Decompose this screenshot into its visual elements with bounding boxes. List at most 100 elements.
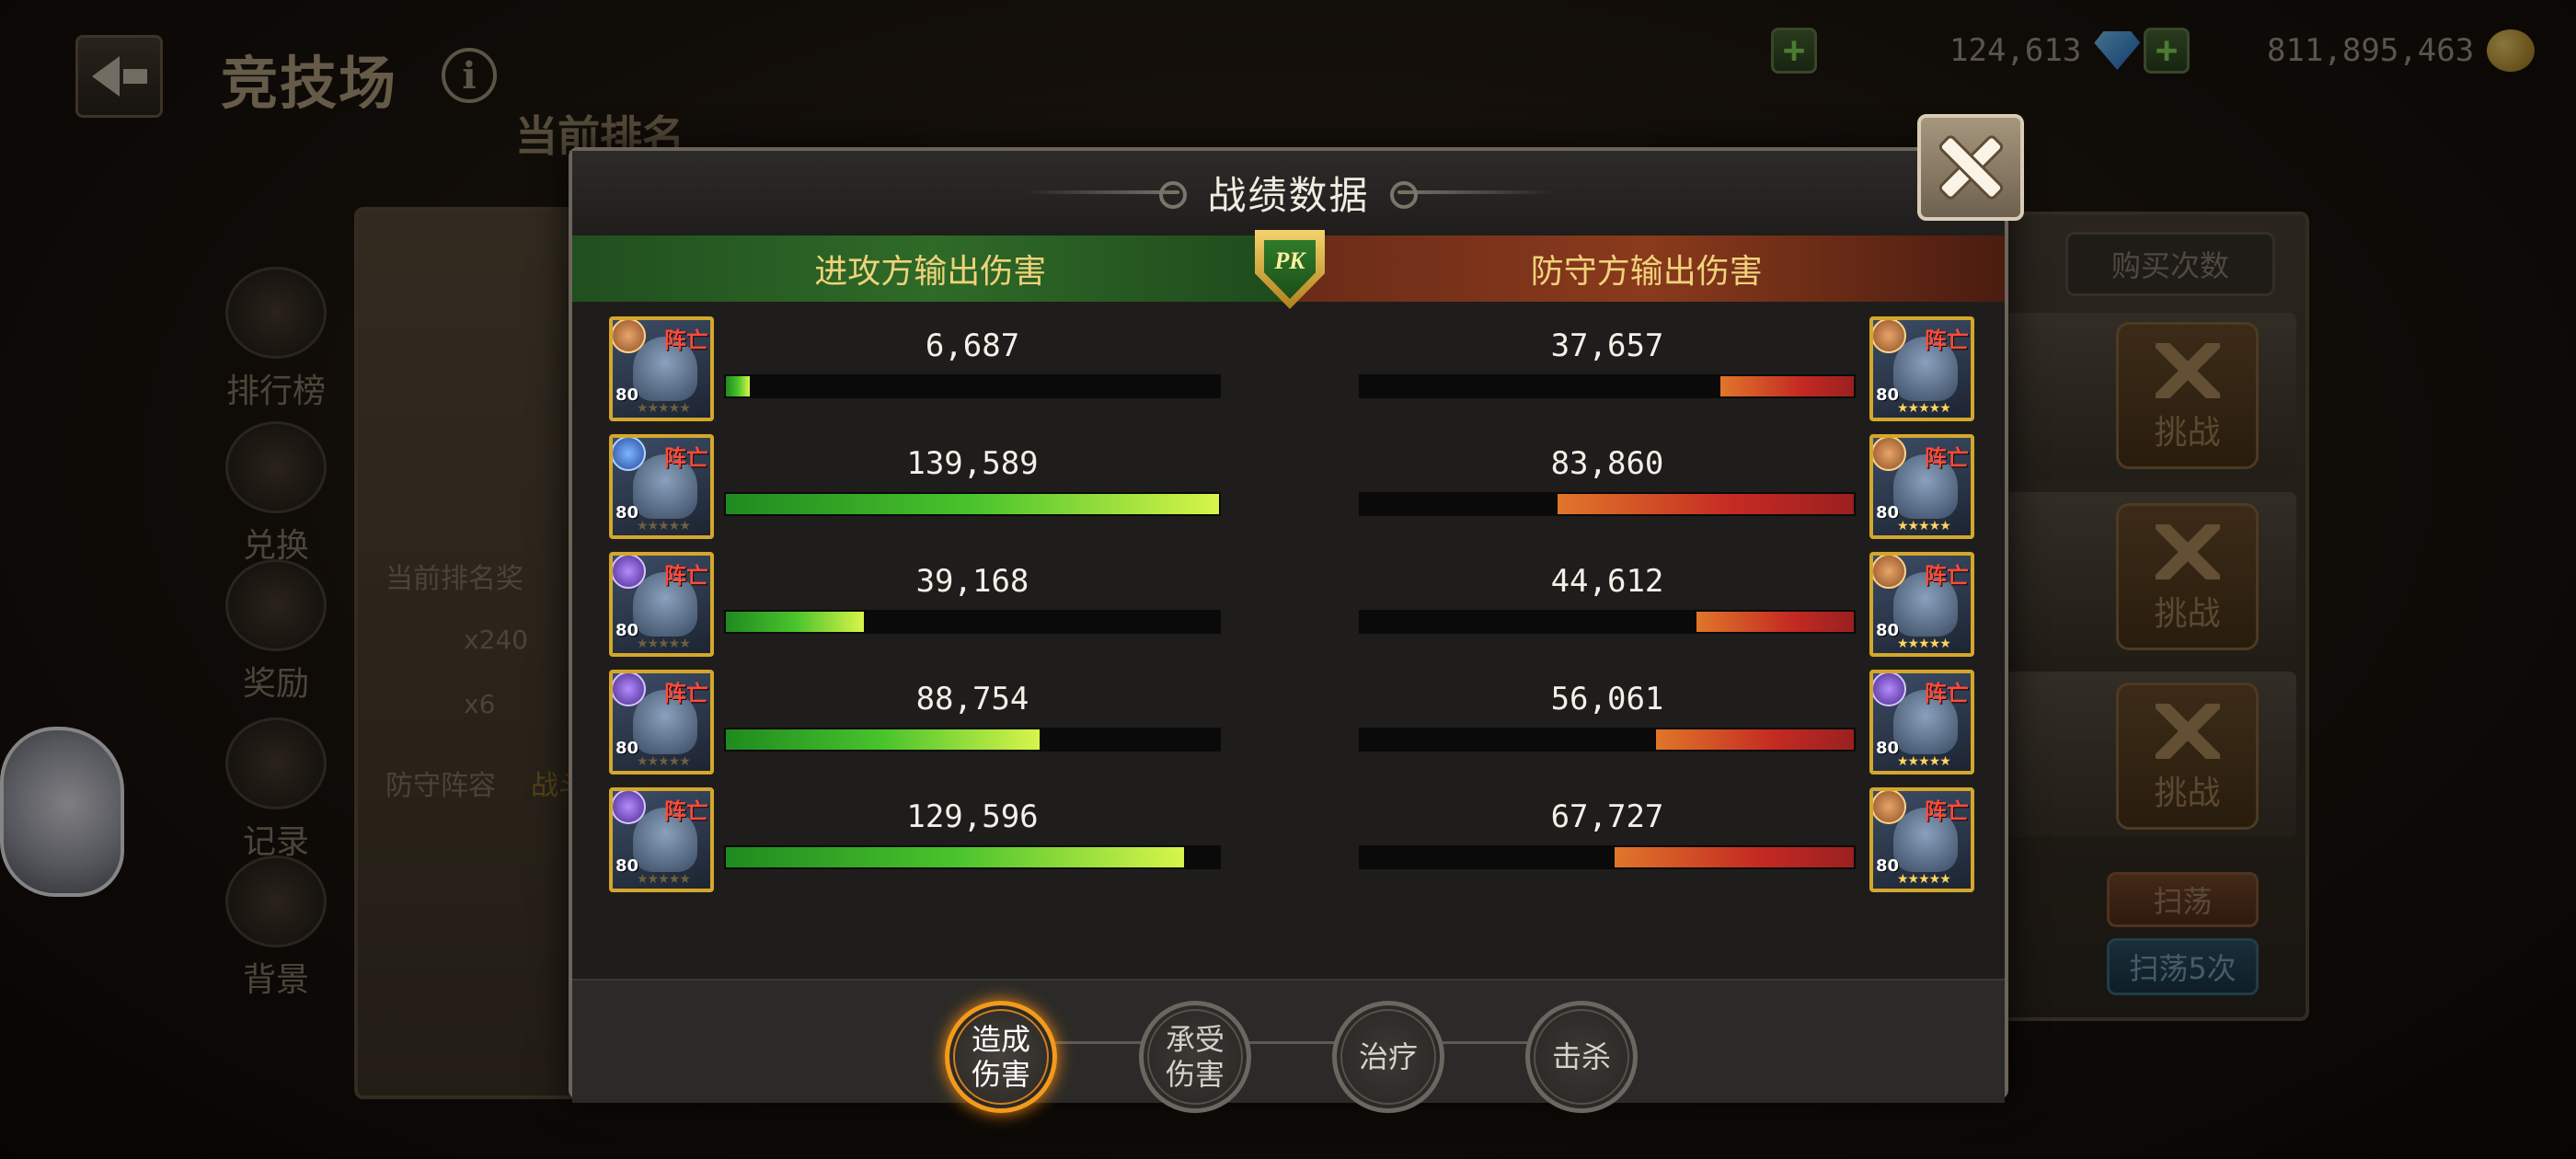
hero-level: 80 — [615, 621, 639, 640]
defender-damage-bar — [1359, 374, 1856, 398]
defender-damage-value: 83,860 — [1550, 445, 1664, 482]
exchange-icon — [225, 421, 327, 513]
defender-damage-bar — [1359, 492, 1856, 516]
attacker-damage-bar — [724, 610, 1221, 634]
record-book-icon — [225, 717, 327, 809]
damage-row: 阵亡 80 ★★★★★ 阵亡 80 ★★★★★ 39,168 44,612 — [572, 552, 2005, 660]
defender-hero-portrait[interactable]: 阵亡 80 ★★★★★ — [1869, 316, 1974, 421]
gem-amount: 124,613 — [1949, 32, 2082, 69]
attacker-hero-portrait[interactable]: 阵亡 80 ★★★★★ — [609, 316, 714, 421]
star-rating-icon: ★★★★★ — [1897, 754, 1951, 769]
hero-level: 80 — [1876, 856, 1900, 876]
star-rating-icon: ★★★★★ — [637, 401, 691, 416]
attacker-hero-portrait[interactable]: 阵亡 80 ★★★★★ — [609, 434, 714, 539]
defender-damage-fill — [1558, 494, 1854, 514]
hero-class-icon — [1873, 791, 1906, 824]
attacker-damage-fill — [726, 729, 1040, 750]
add-gold-button[interactable]: + — [2144, 28, 2190, 74]
defender-damage-value: 44,612 — [1550, 563, 1664, 600]
defender-damage-bar — [1359, 728, 1856, 752]
dead-label: 阵亡 — [1925, 798, 1969, 824]
attacker-damage-bar — [724, 845, 1221, 869]
defender-damage-value: 67,727 — [1550, 798, 1664, 835]
hero-class-icon — [613, 673, 646, 706]
sweep-button[interactable]: 扫荡 — [2107, 872, 2259, 927]
rank-info-panel: 当前排名奖 x240 x6 防守阵容 战斗 — [354, 207, 593, 1099]
damage-row: 阵亡 80 ★★★★★ 阵亡 80 ★★★★★ 139,589 83,860 — [572, 434, 2005, 543]
defense-lineup-label: 防守阵容 — [385, 770, 496, 802]
side-item-exchange[interactable]: 兑换 — [212, 421, 340, 567]
hero-level: 80 — [615, 739, 639, 758]
challenge-button[interactable]: 挑战 — [2116, 322, 2259, 469]
hero-level: 80 — [615, 856, 639, 876]
tab-healing[interactable]: 治疗 — [1332, 1001, 1444, 1113]
defender-damage-fill — [1656, 729, 1854, 750]
defender-hero-portrait[interactable]: 阵亡 80 ★★★★★ — [1869, 787, 1974, 892]
tab-kills[interactable]: 击杀 — [1525, 1001, 1638, 1113]
damage-row: 阵亡 80 ★★★★★ 阵亡 80 ★★★★★ 6,687 37,657 — [572, 316, 2005, 425]
star-rating-icon: ★★★★★ — [1897, 401, 1951, 416]
crossed-swords-icon — [2155, 343, 2220, 398]
defender-damage-fill — [1696, 612, 1854, 632]
crossed-swords-icon — [2155, 704, 2220, 759]
dead-label: 阵亡 — [664, 563, 708, 589]
attacker-damage-value: 129,596 — [906, 798, 1039, 835]
tab-damage-dealt[interactable]: 造成 伤害 — [945, 1001, 1057, 1113]
info-icon[interactable]: i — [442, 48, 497, 103]
title-ornament-icon — [1389, 181, 1554, 209]
defender-damage-value: 37,657 — [1550, 327, 1664, 364]
battle-stats-modal: 战绩数据 进攻方输出伤害 防守方输出伤害 PK 阵亡 80 ★★★★★ 阵亡 80 ★★★… — [569, 147, 2008, 1113]
side-item-background[interactable]: 背景 — [212, 855, 340, 1001]
hero-class-icon — [613, 791, 646, 824]
attacker-hero-portrait[interactable]: 阵亡 80 ★★★★★ — [609, 787, 714, 892]
defender-hero-portrait[interactable]: 阵亡 80 ★★★★★ — [1869, 434, 1974, 539]
modal-header: 战绩数据 — [572, 151, 2005, 234]
close-button[interactable] — [1917, 114, 2024, 221]
leaderboard-icon — [225, 267, 327, 359]
gold-coin-icon — [2487, 29, 2536, 72]
gem-reward: x240 — [464, 625, 529, 655]
attacker-hero-portrait[interactable]: 阵亡 80 ★★★★★ — [609, 552, 714, 657]
attacker-damage-value: 39,168 — [915, 563, 1029, 600]
sweep-5-times-button[interactable]: 扫荡5次 — [2107, 938, 2259, 995]
hero-level: 80 — [1876, 739, 1900, 758]
tab-damage-taken[interactable]: 承受 伤害 — [1139, 1001, 1251, 1113]
dead-label: 阵亡 — [664, 445, 708, 471]
page-title: 竞技场 — [221, 50, 398, 117]
star-rating-icon: ★★★★★ — [1897, 872, 1951, 887]
side-item-leaderboard[interactable]: 排行榜 — [212, 267, 340, 412]
attacker-damage-bar — [724, 728, 1221, 752]
add-gems-button[interactable]: + — [1771, 28, 1817, 74]
hero-class-icon — [1873, 673, 1906, 706]
crossed-swords-icon — [2155, 524, 2220, 580]
attacker-damage-value: 6,687 — [925, 327, 1020, 364]
attacker-header: 进攻方输出伤害 — [572, 235, 1289, 302]
challenge-button[interactable]: 挑战 — [2116, 503, 2259, 650]
dead-label: 阵亡 — [1925, 563, 1969, 589]
dead-label: 阵亡 — [664, 327, 708, 353]
dead-label: 阵亡 — [664, 798, 708, 824]
cat-mascot-icon[interactable] — [0, 727, 124, 897]
hero-class-icon — [1873, 438, 1906, 471]
hero-class-icon — [613, 556, 646, 589]
side-item-record[interactable]: 记录 — [212, 717, 340, 863]
gem-counter: + 124,613 — [1771, 28, 2141, 74]
star-rating-icon: ★★★★★ — [637, 872, 691, 887]
attacker-damage-fill — [726, 376, 750, 396]
dead-label: 阵亡 — [1925, 681, 1969, 706]
defender-damage-bar — [1359, 845, 1856, 869]
buy-attempts-button[interactable]: 购买次数 — [2065, 232, 2275, 296]
attacker-hero-portrait[interactable]: 阵亡 80 ★★★★★ — [609, 670, 714, 775]
challenge-button[interactable]: 挑战 — [2116, 683, 2259, 830]
defender-damage-value: 56,061 — [1550, 681, 1664, 717]
side-item-reward[interactable]: 奖励 — [212, 559, 340, 705]
modal-title: 战绩数据 — [1207, 172, 1370, 218]
defender-hero-portrait[interactable]: 阵亡 80 ★★★★★ — [1869, 552, 1974, 657]
hero-level: 80 — [1876, 621, 1900, 640]
back-button[interactable] — [75, 35, 163, 118]
hero-class-icon — [1873, 556, 1906, 589]
star-rating-icon: ★★★★★ — [637, 637, 691, 651]
defender-hero-portrait[interactable]: 阵亡 80 ★★★★★ — [1869, 670, 1974, 775]
dead-label: 阵亡 — [1925, 445, 1969, 471]
star-rating-icon: ★★★★★ — [1897, 637, 1951, 651]
